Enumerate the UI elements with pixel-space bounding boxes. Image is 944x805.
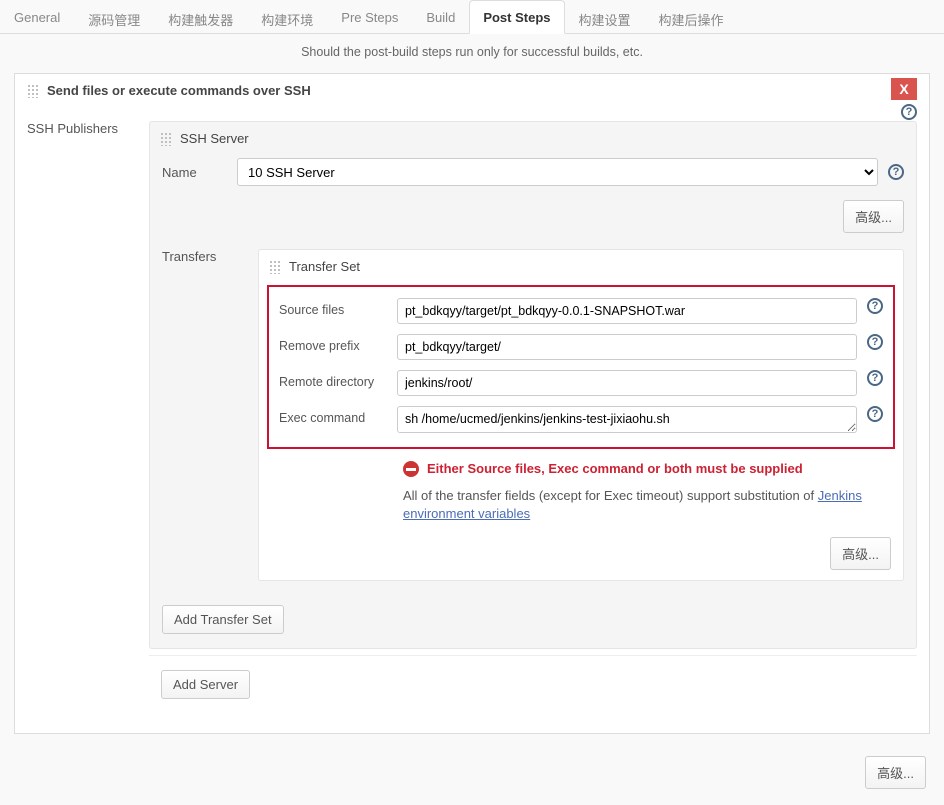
transfer-advanced-button[interactable]: 高级... bbox=[830, 537, 891, 570]
help-icon[interactable]: ? bbox=[867, 298, 883, 314]
help-icon[interactable]: ? bbox=[867, 334, 883, 350]
exec-command-input[interactable]: sh /home/ucmed/jenkins/jenkins-test-jixi… bbox=[397, 406, 857, 433]
transfer-fields-highlight: Source files ? Remove prefix ? Remote di… bbox=[267, 285, 895, 449]
ssh-server-select[interactable]: 10 SSH Server bbox=[237, 158, 878, 186]
tab-scm[interactable]: 源码管理 bbox=[74, 0, 154, 33]
remove-step-button[interactable]: X bbox=[891, 78, 917, 100]
ssh-server-advanced-button[interactable]: 高级... bbox=[843, 200, 904, 233]
ssh-publishers-label: SSH Publishers bbox=[27, 121, 149, 715]
ssh-server-panel: SSH Server Name 10 SSH Server ? 高级... Tr… bbox=[149, 121, 917, 649]
tab-post-build[interactable]: 构建后操作 bbox=[645, 0, 738, 33]
config-tabs: General 源码管理 构建触发器 构建环境 Pre Steps Build … bbox=[0, 0, 944, 34]
help-icon[interactable]: ? bbox=[901, 104, 917, 120]
source-files-input[interactable] bbox=[397, 298, 857, 324]
tab-pre-steps[interactable]: Pre Steps bbox=[327, 0, 412, 33]
help-icon[interactable]: ? bbox=[888, 164, 904, 180]
remote-directory-label: Remote directory bbox=[279, 370, 387, 389]
tab-build[interactable]: Build bbox=[412, 0, 469, 33]
help-icon[interactable]: ? bbox=[867, 370, 883, 386]
validation-error: Either Source files, Exec command or bot… bbox=[427, 461, 803, 476]
add-transfer-set-button[interactable]: Add Transfer Set bbox=[162, 605, 284, 634]
post-steps-subtitle: Should the post-build steps run only for… bbox=[0, 34, 944, 73]
tab-triggers[interactable]: 构建触发器 bbox=[154, 0, 247, 33]
ssh-server-heading: SSH Server bbox=[180, 131, 249, 146]
tab-build-settings[interactable]: 构建设置 bbox=[565, 0, 645, 33]
tab-build-env[interactable]: 构建环境 bbox=[247, 0, 327, 33]
drag-handle-icon[interactable] bbox=[27, 84, 39, 98]
error-icon bbox=[403, 461, 419, 477]
remove-prefix-input[interactable] bbox=[397, 334, 857, 360]
section-title: Send files or execute commands over SSH bbox=[47, 83, 311, 98]
publish-over-ssh-section: Send files or execute commands over SSH … bbox=[14, 73, 930, 734]
drag-handle-icon[interactable] bbox=[269, 260, 281, 274]
remove-prefix-label: Remove prefix bbox=[279, 334, 387, 353]
drag-handle-icon[interactable] bbox=[160, 132, 172, 146]
source-files-label: Source files bbox=[279, 298, 387, 317]
transfer-set-heading: Transfer Set bbox=[289, 259, 360, 274]
transfer-set-panel: Transfer Set Source files ? Remove prefi… bbox=[258, 249, 904, 581]
exec-command-label: Exec command bbox=[279, 406, 387, 425]
transfer-info-text: All of the transfer fields (except for E… bbox=[259, 481, 903, 525]
transfers-label: Transfers bbox=[162, 249, 258, 581]
tab-general[interactable]: General bbox=[0, 0, 74, 33]
help-icon[interactable]: ? bbox=[867, 406, 883, 422]
name-label: Name bbox=[162, 165, 227, 180]
tab-post-steps[interactable]: Post Steps bbox=[469, 0, 564, 34]
remote-directory-input[interactable] bbox=[397, 370, 857, 396]
add-server-button[interactable]: Add Server bbox=[161, 670, 250, 699]
